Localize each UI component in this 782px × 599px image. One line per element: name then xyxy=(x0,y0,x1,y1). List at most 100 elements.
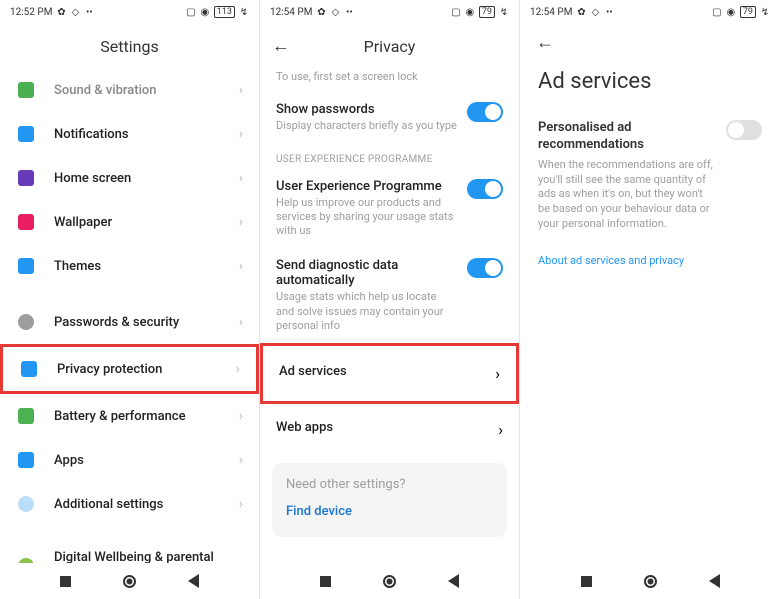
chevron-right-icon: › xyxy=(239,82,243,98)
row-subtitle: Display characters briefly as you type xyxy=(276,119,457,133)
chevron-right-icon: › xyxy=(239,314,243,330)
item-label: Privacy protection xyxy=(57,362,236,377)
cast-icon: ▢ xyxy=(712,7,722,17)
nav-recents-icon[interactable] xyxy=(319,574,333,588)
more-icon: •• xyxy=(84,7,94,17)
charging-icon: ↯ xyxy=(239,7,249,17)
charging-icon: ↯ xyxy=(499,7,509,17)
row-show-passwords[interactable]: Show passwords Display characters briefl… xyxy=(260,92,519,143)
sound-icon xyxy=(16,80,36,100)
toggle-personalised-ads[interactable] xyxy=(726,120,762,140)
settings-item-battery[interactable]: Battery & performance › xyxy=(0,394,259,438)
settings-item-homescreen[interactable]: Home screen › xyxy=(0,156,259,200)
status-time: 12:52 PM xyxy=(10,7,52,18)
row-title: User Experience Programme xyxy=(276,179,457,194)
find-device-link[interactable]: Find device xyxy=(286,504,493,519)
nav-back-icon[interactable] xyxy=(707,574,721,588)
themes-icon xyxy=(16,256,36,276)
item-label: Wallpaper xyxy=(54,215,239,230)
screen-lock-hint: To use, first set a screen lock xyxy=(260,70,519,92)
chevron-right-icon: › xyxy=(239,558,243,563)
location-icon: ◇ xyxy=(70,7,80,17)
item-label: Sound & vibration xyxy=(54,83,239,98)
about-ad-services-link[interactable]: About ad services and privacy xyxy=(520,240,780,281)
more-icon: •• xyxy=(604,7,614,17)
wellbeing-icon xyxy=(16,556,36,563)
nav-bar xyxy=(260,563,519,599)
toggle-diagnostics[interactable] xyxy=(467,258,503,278)
page-title: Ad services xyxy=(520,61,780,112)
status-bar: 12:54 PM ✿ ◇ •• ▢ ◉ 79 ↯ xyxy=(260,0,519,24)
cast-icon: ▢ xyxy=(451,7,461,17)
section-header-uep: USER EXPERIENCE PROGRAMME xyxy=(260,144,519,169)
nav-home-icon[interactable] xyxy=(643,574,657,588)
nav-back-icon[interactable] xyxy=(447,574,461,588)
row-title: Send diagnostic data automatically xyxy=(276,258,457,288)
chevron-right-icon: › xyxy=(239,408,243,424)
location-icon: ◇ xyxy=(330,7,340,17)
row-subtitle: Usage stats which help us locate and sol… xyxy=(276,290,457,333)
gear-icon: ✿ xyxy=(576,7,586,17)
row-diagnostics[interactable]: Send diagnostic data automatically Usage… xyxy=(260,248,519,343)
item-label: Passwords & security xyxy=(54,315,239,330)
toggle-show-passwords[interactable] xyxy=(467,102,503,122)
settings-item-privacy[interactable]: Privacy protection › xyxy=(0,344,259,394)
more-icon: •• xyxy=(344,7,354,17)
header: Settings xyxy=(0,24,259,68)
row-web-apps[interactable]: Web apps › xyxy=(260,404,519,455)
cast-icon: ▢ xyxy=(186,7,196,17)
battery-icon xyxy=(16,406,36,426)
gear-icon: ✿ xyxy=(316,7,326,17)
location-icon: ◇ xyxy=(590,7,600,17)
nav-bar xyxy=(520,563,780,599)
wifi-icon: ◉ xyxy=(465,7,475,17)
row-personalised-ads[interactable]: Personalised ad recommendations When the… xyxy=(520,112,780,240)
settings-item-passwords[interactable]: Passwords & security › xyxy=(0,300,259,344)
apps-icon xyxy=(16,450,36,470)
other-settings-card: Need other settings? Find device xyxy=(272,463,507,537)
back-button[interactable]: ← xyxy=(536,32,554,53)
item-label: Home screen xyxy=(54,171,239,186)
settings-item-additional[interactable]: Additional settings › xyxy=(0,482,259,526)
row-description: When the recommendations are off, you'll… xyxy=(538,158,716,232)
nav-back-icon[interactable] xyxy=(187,574,201,588)
nav-recents-icon[interactable] xyxy=(59,574,73,588)
screen-ad-services: 12:54 PM ✿ ◇ •• ▢ ◉ 79 ↯ ← Ad services P… xyxy=(520,0,780,599)
item-label: Apps xyxy=(54,453,239,468)
gear-icon: ✿ xyxy=(56,7,66,17)
settings-item-wallpaper[interactable]: Wallpaper › xyxy=(0,200,259,244)
chevron-right-icon: › xyxy=(239,452,243,468)
more-settings-icon xyxy=(16,494,36,514)
back-button[interactable]: ← xyxy=(272,36,290,57)
settings-item-sound[interactable]: Sound & vibration › xyxy=(0,68,259,112)
settings-item-themes[interactable]: Themes › xyxy=(0,244,259,288)
row-ad-services[interactable]: Ad services › xyxy=(260,343,519,404)
row-title: Show passwords xyxy=(276,102,457,117)
row-title: Ad services xyxy=(279,364,485,379)
item-label: Battery & performance xyxy=(54,409,239,424)
screen-privacy: 12:54 PM ✿ ◇ •• ▢ ◉ 79 ↯ ← Privacy To us… xyxy=(260,0,520,599)
row-uep[interactable]: User Experience Programme Help us improv… xyxy=(260,169,519,249)
nav-recents-icon[interactable] xyxy=(579,574,593,588)
status-time: 12:54 PM xyxy=(530,7,572,18)
settings-item-apps[interactable]: Apps › xyxy=(0,438,259,482)
settings-item-notifications[interactable]: Notifications › xyxy=(0,112,259,156)
status-bar: 12:52 PM ✿ ◇ •• ▢ ◉ 113 ↯ xyxy=(0,0,259,24)
battery-icon: 79 xyxy=(740,6,756,18)
wifi-icon: ◉ xyxy=(200,7,210,17)
chevron-right-icon: › xyxy=(239,126,243,142)
settings-item-wellbeing[interactable]: Digital Wellbeing & parental controls › xyxy=(0,538,259,563)
nav-home-icon[interactable] xyxy=(123,574,137,588)
chevron-right-icon: › xyxy=(239,496,243,512)
chevron-right-icon: › xyxy=(495,364,500,383)
screen-settings: 12:52 PM ✿ ◇ •• ▢ ◉ 113 ↯ Settings Sound… xyxy=(0,0,260,599)
page-title: Settings xyxy=(100,37,158,56)
page-title: Privacy xyxy=(364,37,416,56)
chevron-right-icon: › xyxy=(498,420,503,439)
item-label: Notifications xyxy=(54,127,239,142)
header: ← Privacy xyxy=(260,24,519,68)
nav-home-icon[interactable] xyxy=(383,574,397,588)
notifications-icon xyxy=(16,124,36,144)
toggle-uep[interactable] xyxy=(467,179,503,199)
wifi-icon: ◉ xyxy=(726,7,736,17)
